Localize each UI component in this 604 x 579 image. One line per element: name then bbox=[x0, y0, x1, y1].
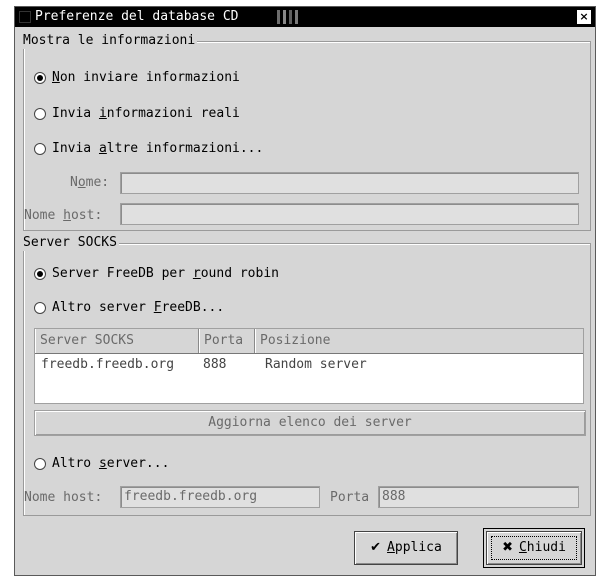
column-header-location[interactable]: Posizione bbox=[255, 329, 585, 353]
cell-server: freedb.freedb.org bbox=[41, 357, 175, 372]
radio-real-info[interactable]: Invia informazioni reali bbox=[34, 104, 334, 124]
radio-round-robin[interactable]: Server FreeDB per round robin bbox=[34, 264, 364, 284]
server-table-header: Server SOCKS Porta Posizione bbox=[35, 329, 583, 354]
update-server-list-button[interactable]: Aggiorna elenco dei server bbox=[34, 410, 586, 436]
socks-group: Server SOCKS Server FreeDB per round rob… bbox=[23, 235, 591, 516]
radio-indicator[interactable] bbox=[34, 268, 46, 280]
radio-indicator[interactable] bbox=[34, 108, 46, 120]
radio-label: Altro server FreeDB... bbox=[52, 300, 225, 315]
socks-port-field[interactable]: 888 bbox=[378, 486, 579, 508]
radio-other-server[interactable]: Altro server... bbox=[34, 454, 284, 474]
radio-label: Server FreeDB per round robin bbox=[52, 266, 279, 281]
server-table[interactable]: Server SOCKS Porta Posizione freedb.free… bbox=[34, 328, 584, 404]
close-x-icon: ✖ bbox=[502, 540, 513, 555]
radio-indicator[interactable] bbox=[34, 458, 46, 470]
radio-indicator[interactable] bbox=[34, 143, 46, 155]
name-field[interactable] bbox=[120, 172, 579, 194]
close-button[interactable]: ✖ Chiudi bbox=[483, 528, 585, 568]
window-menu-icon[interactable] bbox=[19, 11, 31, 23]
cell-port: 888 bbox=[203, 357, 227, 372]
socks-host-field[interactable]: freedb.freedb.org bbox=[120, 486, 320, 508]
radio-label: Non inviare informazioni bbox=[52, 70, 240, 85]
radio-other-freedb[interactable]: Altro server FreeDB... bbox=[34, 298, 364, 318]
table-row[interactable]: freedb.freedb.org 888 Random server bbox=[35, 354, 583, 376]
host-label: Nome host: bbox=[24, 208, 103, 223]
name-label: Nome: bbox=[70, 175, 110, 190]
window-title: Preferenze del database CD bbox=[35, 9, 239, 24]
apply-button[interactable]: ✔ Applica bbox=[354, 531, 458, 565]
radio-label: Invia informazioni reali bbox=[52, 106, 240, 121]
title-bar[interactable]: Preferenze del database CD × bbox=[15, 7, 595, 27]
title-bar-grip-icon bbox=[277, 10, 321, 24]
radio-label: Altro server... bbox=[52, 456, 170, 471]
preferences-dialog: Preferenze del database CD × Mostra le i… bbox=[14, 6, 596, 576]
socks-group-title: Server SOCKS bbox=[23, 235, 119, 251]
close-window-icon[interactable]: × bbox=[577, 10, 591, 24]
radio-label: Invia altre informazioni... bbox=[52, 141, 264, 156]
column-header-server[interactable]: Server SOCKS bbox=[35, 329, 199, 353]
socks-port-label: Porta bbox=[330, 490, 370, 505]
info-group: Mostra le informazioni Non inviare infor… bbox=[23, 33, 591, 231]
info-group-title: Mostra le informazioni bbox=[23, 33, 198, 49]
radio-no-info[interactable]: Non inviare informazioni bbox=[34, 68, 334, 88]
host-field[interactable] bbox=[120, 203, 579, 225]
column-header-port[interactable]: Porta bbox=[199, 329, 255, 353]
radio-indicator[interactable] bbox=[34, 302, 46, 314]
radio-indicator[interactable] bbox=[34, 72, 46, 84]
socks-host-label: Nome host: bbox=[24, 490, 103, 505]
apply-check-icon: ✔ bbox=[370, 540, 382, 555]
radio-other-info[interactable]: Invia altre informazioni... bbox=[34, 139, 334, 159]
cell-location: Random server bbox=[265, 357, 367, 372]
